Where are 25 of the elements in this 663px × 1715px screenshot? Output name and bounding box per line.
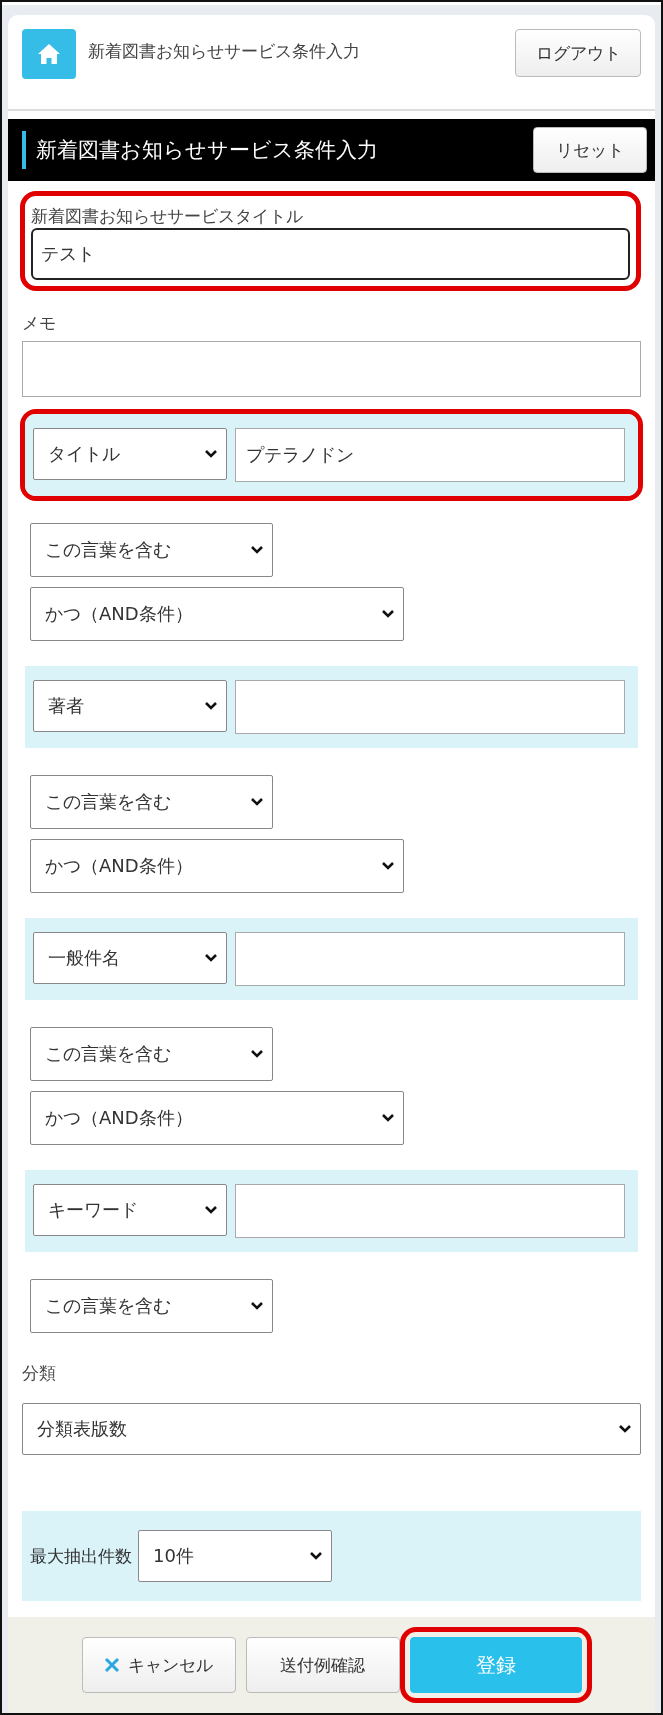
field-label: 新着図書お知らせサービスタイトル <box>31 205 304 228</box>
field-select[interactable]: キーワード <box>33 1184 227 1236</box>
field-label: 最大抽出件数 <box>30 1544 132 1568</box>
preview-button[interactable]: 送付例確認 <box>245 1637 400 1693</box>
match-select[interactable]: この言葉を含む <box>30 523 273 577</box>
field-label: メモ <box>22 312 57 335</box>
reset-button[interactable]: リセット <box>533 127 647 173</box>
section-title: 新着図書お知らせサービス条件入力 <box>36 137 378 164</box>
conjunction-select[interactable]: かつ（AND条件） <box>30 839 404 893</box>
match-select[interactable]: この言葉を含む <box>30 775 273 829</box>
max-results-select[interactable]: 10件 <box>138 1530 332 1582</box>
title-input[interactable]: テスト <box>31 228 630 280</box>
match-select[interactable]: この言葉を含む <box>30 1027 273 1081</box>
field-select[interactable]: 著者 <box>33 680 227 732</box>
conjunction-select[interactable]: かつ（AND条件） <box>30 587 404 641</box>
search-term-input[interactable]: プテラノドン <box>235 428 625 482</box>
classification-select[interactable]: 分類表版数 <box>22 1403 641 1455</box>
page-title: 新着図書お知らせサービス条件入力 <box>88 41 361 61</box>
field-select[interactable]: タイトル <box>33 428 227 480</box>
field-select[interactable]: 一般件名 <box>33 932 227 984</box>
cancel-button[interactable]: キャンセル <box>81 1637 236 1693</box>
field-label: 分類 <box>22 1362 57 1385</box>
match-select[interactable]: この言葉を含む <box>30 1279 273 1333</box>
logout-button[interactable]: ログアウト <box>515 29 641 77</box>
conjunction-select[interactable]: かつ（AND条件） <box>30 1091 404 1145</box>
